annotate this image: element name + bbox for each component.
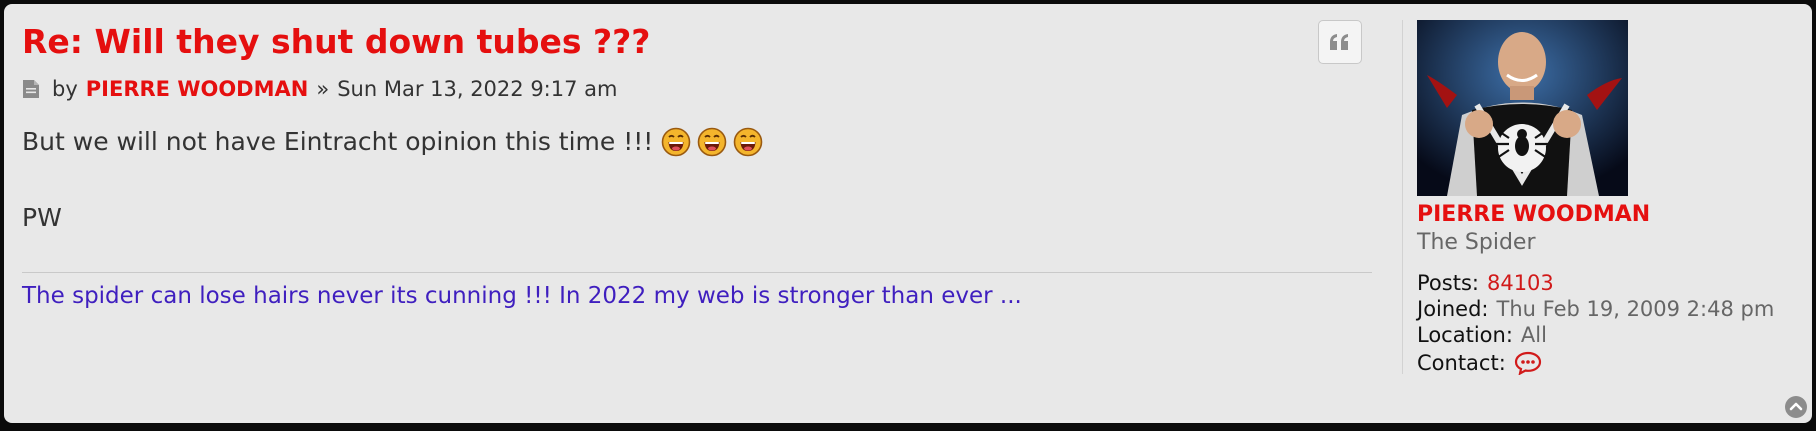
laughing-emoji-icon	[698, 127, 727, 157]
post-author-link[interactable]: PIERRE WOODMAN	[86, 77, 309, 101]
meta-separator: »	[316, 77, 330, 101]
quote-button[interactable]	[1318, 20, 1362, 64]
post-icon[interactable]	[22, 79, 40, 99]
chevron-up-circle-icon[interactable]	[1784, 395, 1808, 419]
laughing-emoji-icon	[662, 127, 691, 157]
joined-label: Joined:	[1417, 297, 1489, 321]
posts-count-link[interactable]: 84103	[1487, 270, 1554, 296]
profile-username-link[interactable]: PIERRE WOODMAN	[1417, 200, 1650, 230]
profile-stats: Posts: 84103 Joined: Thu Feb 19, 2009 2:…	[1417, 270, 1774, 376]
quote-icon	[1330, 34, 1348, 50]
by-label: by	[52, 77, 78, 101]
signature-divider	[22, 272, 1372, 273]
post-title[interactable]: Re: Will they shut down tubes ???	[22, 18, 650, 66]
contact-label: Contact:	[1417, 351, 1506, 375]
speech-bubble-icon[interactable]	[1514, 351, 1542, 375]
location-row: Location: All	[1417, 322, 1774, 348]
post-date: Sun Mar 13, 2022 9:17 am	[337, 77, 618, 101]
avatar[interactable]	[1417, 20, 1628, 196]
location-label: Location:	[1417, 323, 1513, 347]
post-content: But we will not have Eintracht opinion t…	[22, 122, 1362, 238]
emoji-group	[661, 127, 763, 157]
contact-row: Contact:	[1417, 350, 1774, 376]
post-meta: by PIERRE WOODMAN » Sun Mar 13, 2022 9:1…	[22, 74, 617, 104]
post-container: Re: Will they shut down tubes ??? by PIE…	[4, 4, 1812, 423]
location-value: All	[1520, 323, 1547, 347]
joined-value: Thu Feb 19, 2009 2:48 pm	[1496, 297, 1775, 321]
post-text-signoff: PW	[22, 203, 62, 232]
laughing-emoji-icon	[734, 127, 763, 157]
posts-row: Posts: 84103	[1417, 270, 1774, 296]
profile-divider	[1402, 20, 1403, 374]
user-signature: The spider can lose hairs never its cunn…	[22, 283, 1022, 309]
profile-rank: The Spider	[1417, 230, 1536, 255]
joined-row: Joined: Thu Feb 19, 2009 2:48 pm	[1417, 296, 1774, 322]
posts-label: Posts:	[1417, 271, 1479, 295]
post-text: But we will not have Eintracht opinion t…	[22, 127, 654, 156]
